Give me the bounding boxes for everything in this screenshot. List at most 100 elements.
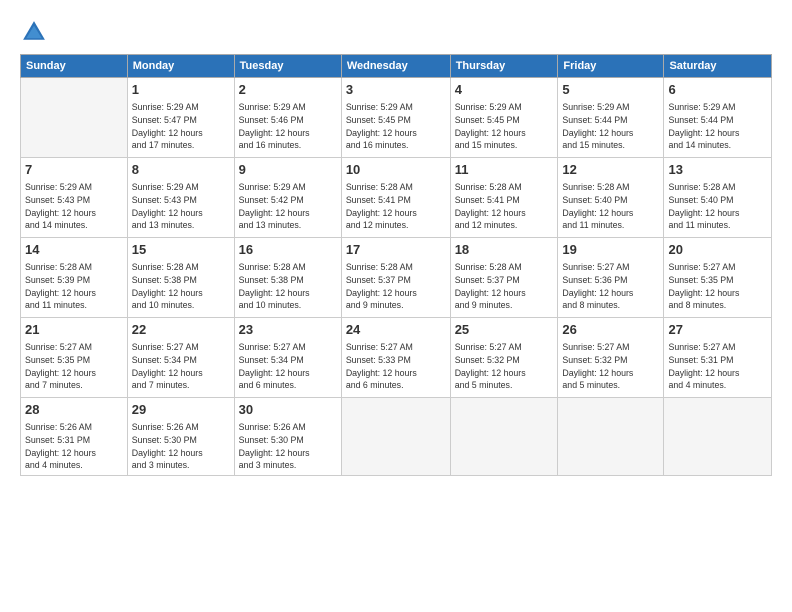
week-row-1: 7 Sunrise: 5:29 AM Sunset: 5:43 PM Daylig… [21, 158, 772, 238]
day-number: 16 [239, 241, 337, 259]
calendar-cell: 7 Sunrise: 5:29 AM Sunset: 5:43 PM Daylig… [21, 158, 128, 238]
week-row-3: 21Sunrise: 5:27 AM Sunset: 5:35 PM Dayli… [21, 318, 772, 398]
cell-info: Sunrise: 5:29 AM Sunset: 5:45 PM Dayligh… [455, 101, 554, 152]
cell-info: Sunrise: 5:29 AM Sunset: 5:42 PM Dayligh… [239, 181, 337, 232]
cell-info: Sunrise: 5:29 AM Sunset: 5:46 PM Dayligh… [239, 101, 337, 152]
day-header-saturday: Saturday [664, 55, 772, 78]
cell-info: Sunrise: 5:27 AM Sunset: 5:35 PM Dayligh… [668, 261, 767, 312]
day-number: 23 [239, 321, 337, 339]
cell-info: Sunrise: 5:27 AM Sunset: 5:34 PM Dayligh… [132, 341, 230, 392]
cell-info: Sunrise: 5:26 AM Sunset: 5:31 PM Dayligh… [25, 421, 123, 472]
day-header-wednesday: Wednesday [341, 55, 450, 78]
week-row-0: 1Sunrise: 5:29 AM Sunset: 5:47 PM Daylig… [21, 78, 772, 158]
cell-info: Sunrise: 5:29 AM Sunset: 5:43 PM Dayligh… [132, 181, 230, 232]
day-number: 14 [25, 241, 123, 259]
day-number: 19 [562, 241, 659, 259]
cell-info: Sunrise: 5:29 AM Sunset: 5:45 PM Dayligh… [346, 101, 446, 152]
cell-info: Sunrise: 5:28 AM Sunset: 5:40 PM Dayligh… [562, 181, 659, 232]
day-number: 3 [346, 81, 446, 99]
calendar-cell: 11 Sunrise: 5:28 AM Sunset: 5:41 PM Dayli… [450, 158, 558, 238]
header [20, 18, 772, 46]
day-number: 26 [562, 321, 659, 339]
cell-info: Sunrise: 5:28 AM Sunset: 5:38 PM Dayligh… [132, 261, 230, 312]
day-number: 4 [455, 81, 554, 99]
cell-info: Sunrise: 5:28 AM Sunset: 5:40 PM Dayligh… [668, 181, 767, 232]
calendar-cell [664, 398, 772, 476]
day-number: 18 [455, 241, 554, 259]
cell-info: Sunrise: 5:28 AM Sunset: 5:41 PM Dayligh… [346, 181, 446, 232]
logo [20, 18, 52, 46]
cell-info: Sunrise: 5:28 AM Sunset: 5:38 PM Dayligh… [239, 261, 337, 312]
calendar-cell: 6 Sunrise: 5:29 AM Sunset: 5:44 PM Daylig… [664, 78, 772, 158]
calendar-cell: 30 Sunrise: 5:26 AM Sunset: 5:30 PM Dayli… [234, 398, 341, 476]
calendar-cell: 18 Sunrise: 5:28 AM Sunset: 5:37 PM Dayli… [450, 238, 558, 318]
cell-info: Sunrise: 5:29 AM Sunset: 5:44 PM Dayligh… [562, 101, 659, 152]
calendar-cell: 25 Sunrise: 5:27 AM Sunset: 5:32 PM Dayli… [450, 318, 558, 398]
calendar-table: SundayMondayTuesdayWednesdayThursdayFrid… [20, 54, 772, 476]
calendar-cell: 20 Sunrise: 5:27 AM Sunset: 5:35 PM Dayli… [664, 238, 772, 318]
day-number: 2 [239, 81, 337, 99]
calendar-cell: 13 Sunrise: 5:28 AM Sunset: 5:40 PM Dayli… [664, 158, 772, 238]
cell-info: Sunrise: 5:29 AM Sunset: 5:47 PM Dayligh… [132, 101, 230, 152]
cell-info: Sunrise: 5:28 AM Sunset: 5:37 PM Dayligh… [455, 261, 554, 312]
calendar-cell: 5 Sunrise: 5:29 AM Sunset: 5:44 PM Daylig… [558, 78, 664, 158]
calendar-cell [450, 398, 558, 476]
day-number: 11 [455, 161, 554, 179]
day-number: 9 [239, 161, 337, 179]
day-number: 5 [562, 81, 659, 99]
cell-info: Sunrise: 5:27 AM Sunset: 5:33 PM Dayligh… [346, 341, 446, 392]
calendar-cell: 15 Sunrise: 5:28 AM Sunset: 5:38 PM Dayli… [127, 238, 234, 318]
calendar-cell: 27 Sunrise: 5:27 AM Sunset: 5:31 PM Dayli… [664, 318, 772, 398]
calendar-cell: 8Sunrise: 5:29 AM Sunset: 5:43 PM Daylig… [127, 158, 234, 238]
day-number: 25 [455, 321, 554, 339]
cell-info: Sunrise: 5:29 AM Sunset: 5:43 PM Dayligh… [25, 181, 123, 232]
day-header-monday: Monday [127, 55, 234, 78]
calendar-cell: 4 Sunrise: 5:29 AM Sunset: 5:45 PM Daylig… [450, 78, 558, 158]
day-header-thursday: Thursday [450, 55, 558, 78]
week-row-2: 14 Sunrise: 5:28 AM Sunset: 5:39 PM Dayli… [21, 238, 772, 318]
cell-info: Sunrise: 5:27 AM Sunset: 5:35 PM Dayligh… [25, 341, 123, 392]
calendar-cell: 28 Sunrise: 5:26 AM Sunset: 5:31 PM Dayli… [21, 398, 128, 476]
day-number: 30 [239, 401, 337, 419]
cell-info: Sunrise: 5:29 AM Sunset: 5:44 PM Dayligh… [668, 101, 767, 152]
cell-info: Sunrise: 5:26 AM Sunset: 5:30 PM Dayligh… [239, 421, 337, 472]
calendar-cell: 9 Sunrise: 5:29 AM Sunset: 5:42 PM Daylig… [234, 158, 341, 238]
day-number: 15 [132, 241, 230, 259]
calendar-cell [341, 398, 450, 476]
calendar-cell: 1Sunrise: 5:29 AM Sunset: 5:47 PM Daylig… [127, 78, 234, 158]
day-number: 29 [132, 401, 230, 419]
day-number: 12 [562, 161, 659, 179]
calendar-cell: 12 Sunrise: 5:28 AM Sunset: 5:40 PM Dayli… [558, 158, 664, 238]
calendar-cell: 14 Sunrise: 5:28 AM Sunset: 5:39 PM Dayli… [21, 238, 128, 318]
calendar-cell: 29 Sunrise: 5:26 AM Sunset: 5:30 PM Dayli… [127, 398, 234, 476]
calendar-cell: 23 Sunrise: 5:27 AM Sunset: 5:34 PM Dayli… [234, 318, 341, 398]
day-number: 27 [668, 321, 767, 339]
calendar-cell: 26Sunrise: 5:27 AM Sunset: 5:32 PM Dayli… [558, 318, 664, 398]
calendar-cell: 10Sunrise: 5:28 AM Sunset: 5:41 PM Dayli… [341, 158, 450, 238]
day-number: 13 [668, 161, 767, 179]
cell-info: Sunrise: 5:27 AM Sunset: 5:32 PM Dayligh… [455, 341, 554, 392]
logo-icon [20, 18, 48, 46]
calendar-cell: 19 Sunrise: 5:27 AM Sunset: 5:36 PM Dayli… [558, 238, 664, 318]
cell-info: Sunrise: 5:27 AM Sunset: 5:34 PM Dayligh… [239, 341, 337, 392]
day-number: 20 [668, 241, 767, 259]
header-row: SundayMondayTuesdayWednesdayThursdayFrid… [21, 55, 772, 78]
cell-info: Sunrise: 5:26 AM Sunset: 5:30 PM Dayligh… [132, 421, 230, 472]
calendar-cell: 22 Sunrise: 5:27 AM Sunset: 5:34 PM Dayli… [127, 318, 234, 398]
cell-info: Sunrise: 5:27 AM Sunset: 5:36 PM Dayligh… [562, 261, 659, 312]
cell-info: Sunrise: 5:28 AM Sunset: 5:37 PM Dayligh… [346, 261, 446, 312]
day-number: 22 [132, 321, 230, 339]
day-header-friday: Friday [558, 55, 664, 78]
day-number: 6 [668, 81, 767, 99]
cell-info: Sunrise: 5:28 AM Sunset: 5:39 PM Dayligh… [25, 261, 123, 312]
calendar-cell: 17Sunrise: 5:28 AM Sunset: 5:37 PM Dayli… [341, 238, 450, 318]
calendar-cell: 24Sunrise: 5:27 AM Sunset: 5:33 PM Dayli… [341, 318, 450, 398]
day-header-tuesday: Tuesday [234, 55, 341, 78]
cell-info: Sunrise: 5:28 AM Sunset: 5:41 PM Dayligh… [455, 181, 554, 232]
calendar-cell: 3 Sunrise: 5:29 AM Sunset: 5:45 PM Daylig… [341, 78, 450, 158]
calendar-cell [558, 398, 664, 476]
calendar-cell: 21Sunrise: 5:27 AM Sunset: 5:35 PM Dayli… [21, 318, 128, 398]
day-number: 28 [25, 401, 123, 419]
cell-info: Sunrise: 5:27 AM Sunset: 5:31 PM Dayligh… [668, 341, 767, 392]
day-number: 7 [25, 161, 123, 179]
